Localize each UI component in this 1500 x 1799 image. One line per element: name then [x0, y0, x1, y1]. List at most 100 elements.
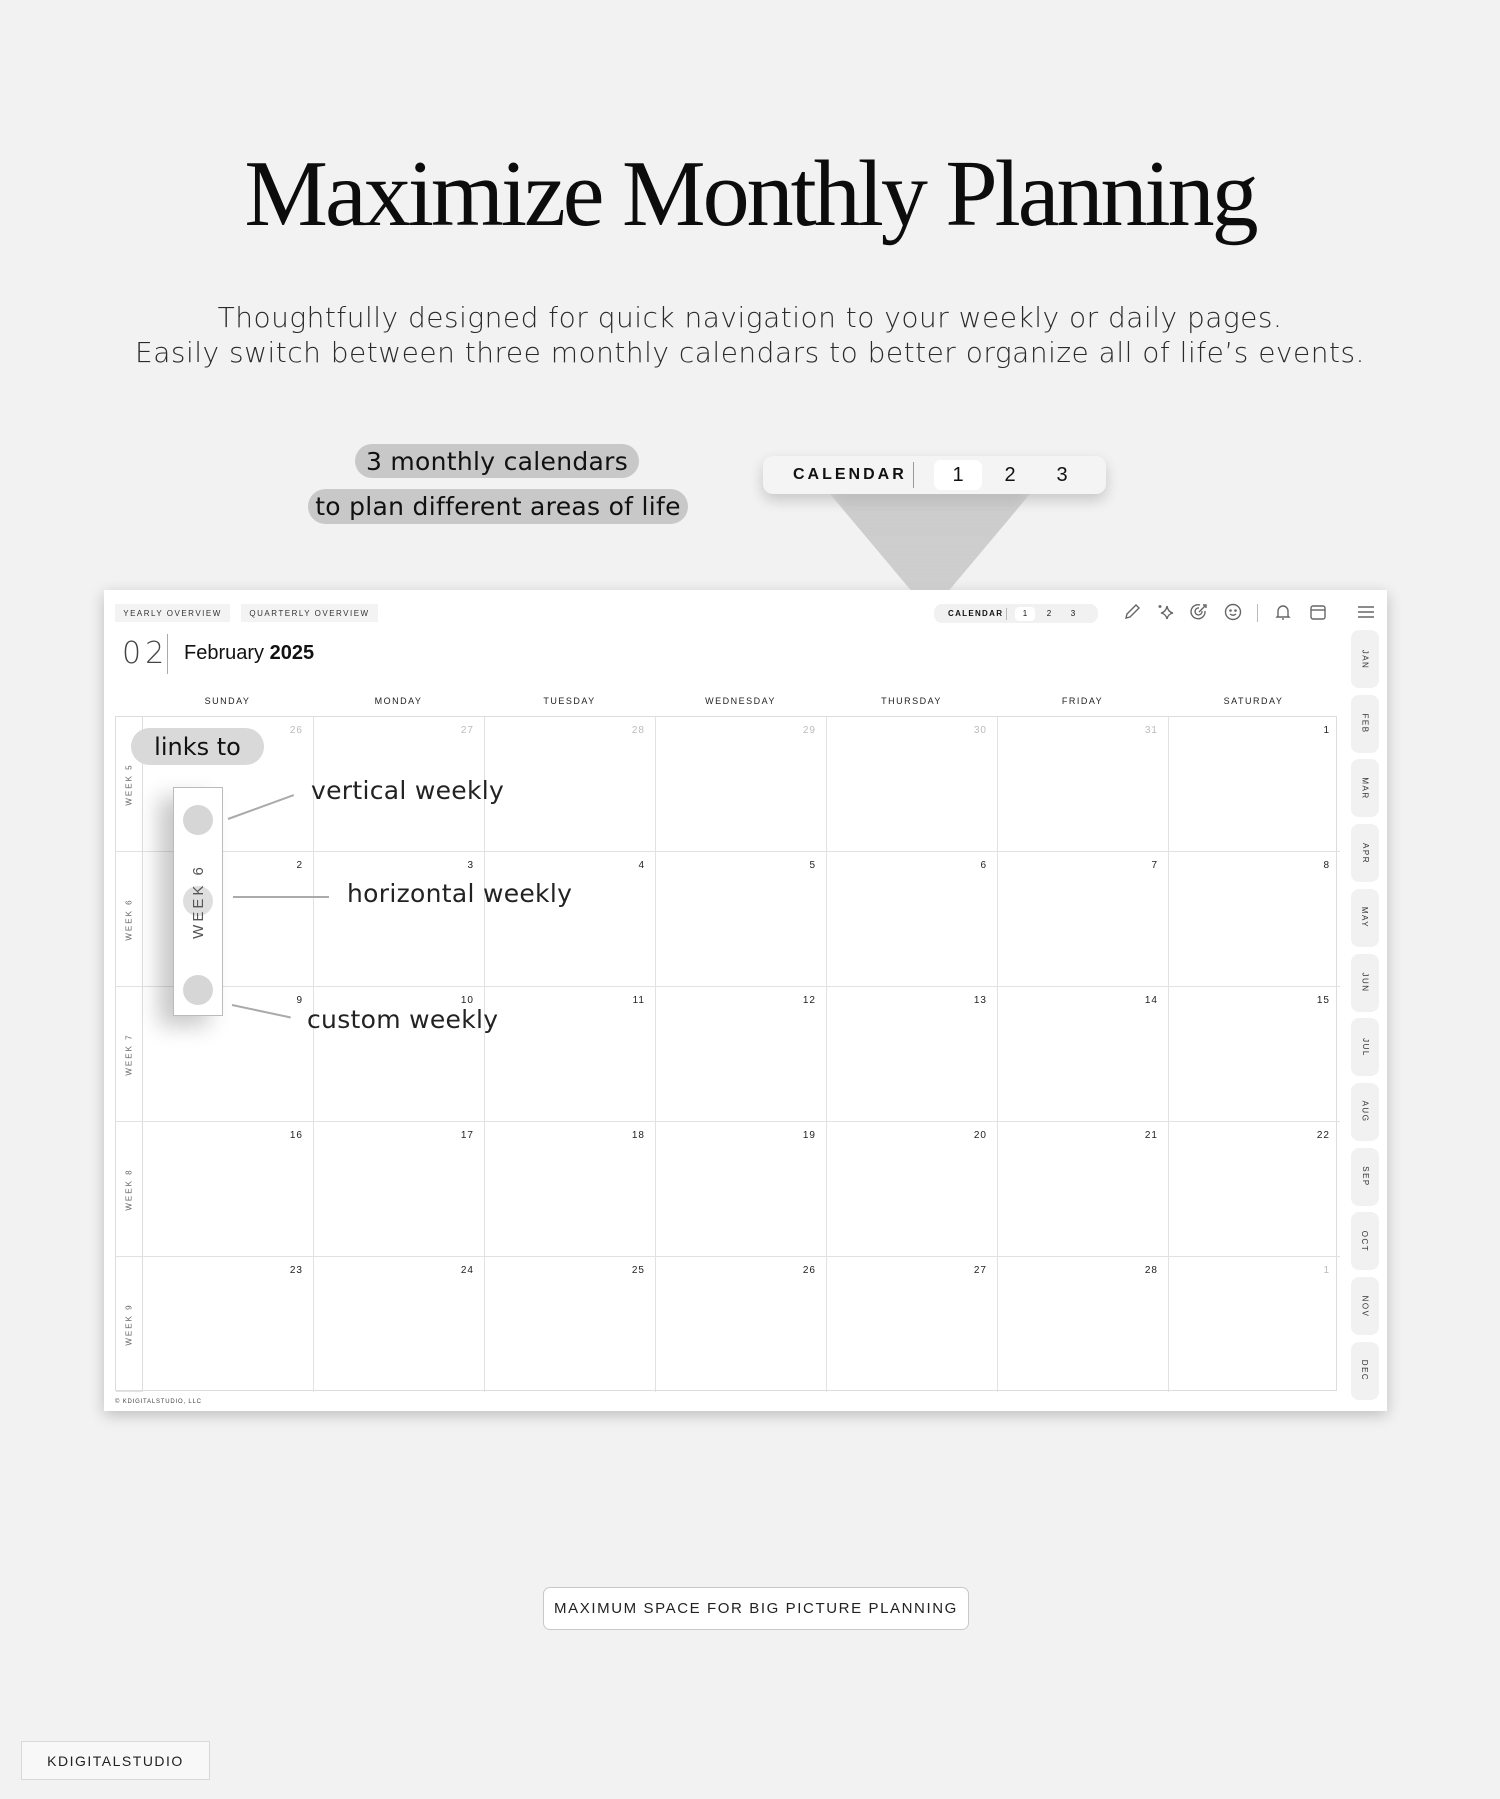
- month-tab-label: NOV: [1360, 1295, 1370, 1317]
- day-number: 19: [802, 1130, 816, 1141]
- toolbar-divider: [1257, 604, 1258, 622]
- callout-vertical-weekly: vertical weekly: [311, 776, 505, 805]
- day-cell[interactable]: 19: [656, 1122, 827, 1257]
- month-tab-label: JAN: [1360, 649, 1370, 669]
- day-number: 31: [1144, 725, 1158, 736]
- day-cell[interactable]: 1: [1169, 1257, 1340, 1392]
- week-label: WEEK 8: [116, 1122, 143, 1257]
- month-tab-label: AUG: [1360, 1100, 1370, 1123]
- target-icon[interactable]: [1187, 600, 1211, 624]
- day-cell[interactable]: 26: [656, 1257, 827, 1392]
- month-tab-jan[interactable]: JAN: [1351, 630, 1379, 688]
- day-cell[interactable]: 13: [827, 987, 998, 1122]
- menu-icon[interactable]: [1354, 600, 1378, 624]
- month-tab-dec[interactable]: DEC: [1351, 1341, 1379, 1400]
- day-cell[interactable]: 7: [998, 852, 1169, 987]
- month-tab-jun[interactable]: JUN: [1351, 953, 1379, 1012]
- smiley-icon[interactable]: [1221, 600, 1245, 624]
- month-tab-may[interactable]: MAY: [1351, 888, 1379, 947]
- calendar-icon[interactable]: [1306, 600, 1330, 624]
- pencil-icon[interactable]: [1120, 600, 1144, 624]
- weekday-header: WEDNESDAY: [705, 696, 776, 706]
- month-tab-nov[interactable]: NOV: [1351, 1277, 1379, 1335]
- calendar-option-1[interactable]: 1: [934, 460, 982, 490]
- day-cell[interactable]: 14: [998, 987, 1169, 1122]
- day-number: 4: [638, 860, 645, 871]
- day-number: 26: [802, 1265, 816, 1276]
- calendar-option-3[interactable]: 3: [1038, 460, 1086, 490]
- day-number: 25: [631, 1265, 645, 1276]
- day-cell[interactable]: 22: [1169, 1122, 1340, 1257]
- day-number: 11: [632, 995, 645, 1006]
- week-label: WEEK 6: [116, 852, 143, 987]
- week-label-text: WEEK 5: [125, 763, 135, 806]
- month-tab-oct[interactable]: OCT: [1351, 1212, 1379, 1271]
- day-cell[interactable]: 17: [314, 1122, 485, 1257]
- day-cell[interactable]: 28: [998, 1257, 1169, 1392]
- day-number: 18: [631, 1130, 645, 1141]
- day-number: 27: [460, 725, 474, 736]
- callout-line-horizontal: [233, 896, 329, 898]
- calendar-switcher-label: CALENDAR: [948, 609, 1004, 618]
- callout-horizontal-weekly: horizontal weekly: [347, 879, 573, 908]
- day-cell[interactable]: 3: [314, 852, 485, 987]
- day-cell[interactable]: 21: [998, 1122, 1169, 1257]
- calendar-switcher: CALENDAR 1 2 3: [934, 604, 1098, 623]
- month-tab-apr[interactable]: APR: [1351, 824, 1379, 883]
- calendar-option-2[interactable]: 2: [1039, 607, 1059, 621]
- day-number: 3: [467, 860, 474, 871]
- tab-yearly-overview[interactable]: YEARLY OVERVIEW: [115, 604, 230, 622]
- day-number: 6: [980, 860, 987, 871]
- bell-icon[interactable]: [1271, 600, 1295, 624]
- day-cell[interactable]: 4: [485, 852, 656, 987]
- day-cell[interactable]: 27: [827, 1257, 998, 1392]
- day-cell[interactable]: 15: [1169, 987, 1340, 1122]
- month-tab-label: APR: [1360, 842, 1370, 864]
- tab-quarterly-overview[interactable]: QUARTERLY OVERVIEW: [241, 604, 378, 622]
- day-cell[interactable]: 18: [485, 1122, 656, 1257]
- day-cell[interactable]: 20: [827, 1122, 998, 1257]
- month-tab-label: OCT: [1360, 1230, 1370, 1252]
- day-cell[interactable]: 31: [998, 717, 1169, 852]
- month-tab-aug[interactable]: AUG: [1351, 1082, 1379, 1141]
- day-number: 15: [1316, 995, 1330, 1006]
- week-label-text: WEEK 8: [125, 1168, 135, 1211]
- calendar-option-1[interactable]: 1: [1015, 606, 1035, 621]
- sparkle-icon[interactable]: [1154, 600, 1178, 624]
- day-cell[interactable]: 24: [314, 1257, 485, 1392]
- feature-badge: MAXIMUM SPACE FOR BIG PICTURE PLANNING: [543, 1587, 969, 1630]
- month-tab-sep[interactable]: SEP: [1351, 1147, 1379, 1206]
- day-cell[interactable]: 12: [656, 987, 827, 1122]
- weekday-header: TUESDAY: [543, 696, 596, 706]
- month-tab-feb[interactable]: FEB: [1351, 694, 1379, 753]
- month-tab-label: MAR: [1360, 777, 1370, 800]
- month-number: 02: [122, 636, 169, 671]
- month-tab-label: FEB: [1360, 713, 1370, 734]
- day-cell[interactable]: 5: [656, 852, 827, 987]
- calendar-option-2[interactable]: 2: [986, 460, 1034, 490]
- day-cell[interactable]: 29: [656, 717, 827, 852]
- calendar-option-3[interactable]: 3: [1063, 607, 1083, 621]
- month-tab-label: DEC: [1360, 1359, 1370, 1382]
- day-cell[interactable]: 8: [1169, 852, 1340, 987]
- day-cell[interactable]: 6: [827, 852, 998, 987]
- weekday-header: FRIDAY: [1061, 696, 1104, 706]
- day-cell[interactable]: 11: [485, 987, 656, 1122]
- planner-page: YEARLY OVERVIEW QUARTERLY OVERVIEW CALEN…: [104, 590, 1387, 1411]
- day-number: 7: [1151, 860, 1158, 871]
- day-cell[interactable]: 16: [143, 1122, 314, 1257]
- month-tab-mar[interactable]: MAR: [1351, 759, 1379, 818]
- subtitle-line-1: Thoughtfully designed for quick navigati…: [217, 301, 1283, 334]
- note-pill-1: 3 monthly calendars: [355, 444, 639, 478]
- day-cell[interactable]: 2: [143, 852, 314, 987]
- day-cell[interactable]: 25: [485, 1257, 656, 1392]
- day-number: 28: [631, 725, 645, 736]
- day-cell[interactable]: 23: [143, 1257, 314, 1392]
- day-number: 17: [460, 1130, 474, 1141]
- month-tab-jul[interactable]: JUL: [1351, 1018, 1379, 1077]
- day-cell[interactable]: 30: [827, 717, 998, 852]
- day-cell[interactable]: 9: [143, 987, 314, 1122]
- day-cell[interactable]: 1: [1169, 717, 1340, 852]
- day-cell[interactable]: 28: [485, 717, 656, 852]
- weekday-header: SUNDAY: [204, 696, 251, 706]
